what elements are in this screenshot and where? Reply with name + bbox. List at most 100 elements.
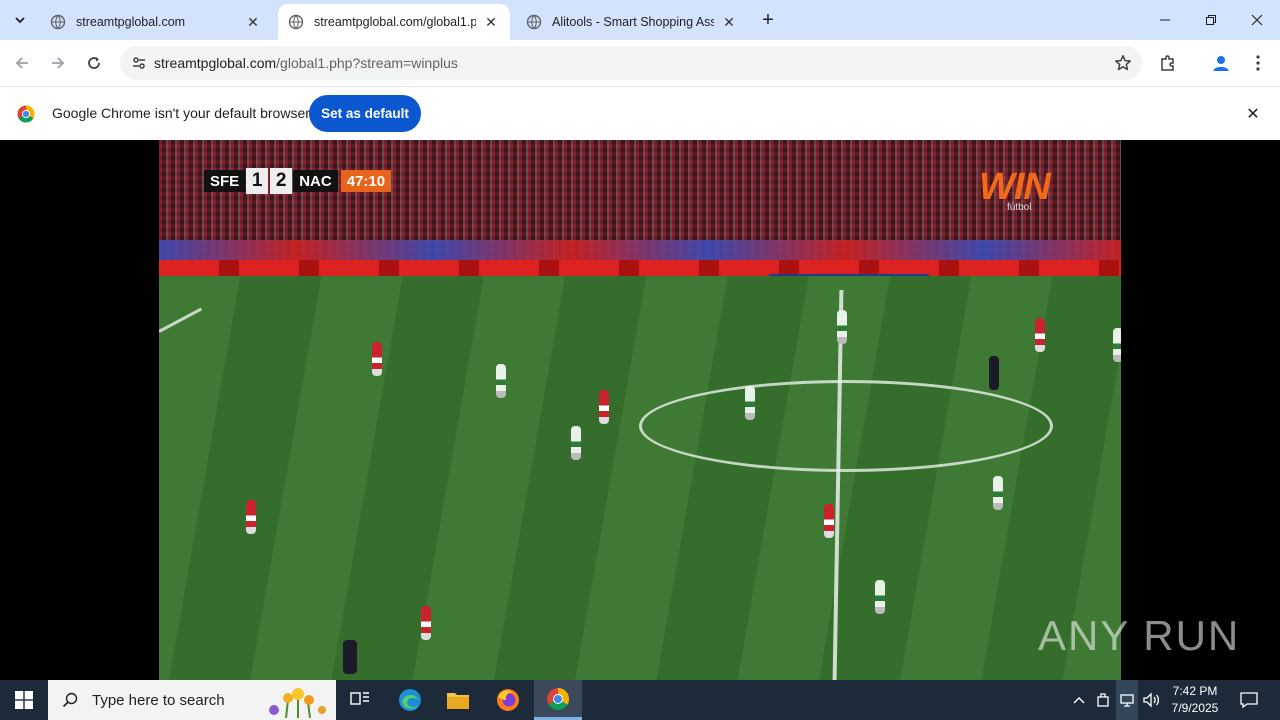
set-as-default-button[interactable]: Set as default <box>309 95 421 132</box>
puzzle-icon <box>1161 55 1174 71</box>
close-tab-icon[interactable]: ✕ <box>720 13 738 31</box>
tab-streamtpglobal[interactable]: streamtpglobal.com ✕ <box>40 4 272 40</box>
player-red <box>246 500 256 534</box>
address-bar[interactable]: streamtpglobal.com/global1.php?stream=wi… <box>120 46 1142 80</box>
start-button[interactable] <box>0 680 48 720</box>
anyrun-watermark: ANY RUN <box>1038 612 1240 660</box>
chrome-logo-icon <box>17 105 35 123</box>
tab-global1[interactable]: streamtpglobal.com/global1.php ✕ <box>278 4 510 40</box>
close-tab-icon[interactable]: ✕ <box>482 13 500 31</box>
windows-taskbar: Type here to search 7:42 PM 7/9/2025 <box>0 680 1280 720</box>
tab-search-button[interactable] <box>8 8 32 32</box>
chrome-app[interactable] <box>534 680 582 720</box>
url-host: streamtpglobal.com <box>154 55 277 71</box>
close-infobar-icon[interactable]: ✕ <box>1242 103 1264 125</box>
default-browser-infobar: Google Chrome isn't your default browser… <box>0 86 1280 140</box>
page-content: SFE 1 2 NAC 47:10 WIN fútbol <box>0 140 1280 680</box>
task-view-button[interactable] <box>336 680 384 720</box>
edge-icon <box>399 689 421 711</box>
player-white <box>745 386 755 420</box>
firefox-icon <box>497 689 519 711</box>
restore-button[interactable] <box>1188 0 1234 40</box>
volume-button[interactable] <box>1140 680 1162 720</box>
forward-button[interactable] <box>44 49 72 77</box>
network-button[interactable] <box>1116 680 1138 720</box>
url-path: /global1.php?stream=winplus <box>276 55 458 71</box>
minimize-button[interactable] <box>1142 0 1188 40</box>
profile-button[interactable] <box>1207 49 1235 77</box>
speaker-icon <box>1143 692 1160 708</box>
search-placeholder: Type here to search <box>92 691 225 709</box>
show-hidden-icons-button[interactable] <box>1068 680 1090 720</box>
player-red <box>372 342 382 376</box>
folder-icon <box>447 693 469 709</box>
taskbar-search-box[interactable]: Type here to search <box>48 680 336 720</box>
match-clock: 47:10 <box>340 170 392 192</box>
back-button[interactable] <box>8 49 36 77</box>
globe-icon <box>50 14 66 30</box>
watermark-text: ANY RUN <box>1038 612 1241 659</box>
tab-strip: streamtpglobal.com ✕ streamtpglobal.com/… <box>0 0 1280 40</box>
new-tab-button[interactable]: + <box>756 8 780 32</box>
url-text[interactable]: streamtpglobal.com/global1.php?stream=wi… <box>154 55 458 71</box>
tab-title: streamtpglobal.com/global1.php <box>314 15 476 29</box>
close-tab-icon[interactable]: ✕ <box>244 13 262 31</box>
player-red <box>824 504 834 538</box>
extensions-button[interactable] <box>1154 49 1182 77</box>
file-explorer-app[interactable] <box>434 680 482 720</box>
taskbar-clock[interactable]: 7:42 PM 7/9/2025 <box>1160 683 1230 717</box>
search-icon <box>62 692 78 708</box>
notification-icon <box>1240 692 1258 708</box>
away-score: 2 <box>270 168 293 194</box>
task-view-icon <box>350 692 369 705</box>
clock-time: 7:42 PM <box>1172 684 1218 698</box>
coach <box>343 640 357 674</box>
football-pitch <box>159 276 1121 680</box>
device-icon <box>1097 693 1109 707</box>
home-score: 1 <box>246 168 269 194</box>
menu-button[interactable] <box>1244 49 1272 77</box>
chevron-down-icon <box>15 17 25 24</box>
kebab-menu-icon <box>1256 55 1260 71</box>
arrow-left-icon <box>15 57 28 69</box>
reload-icon <box>88 57 100 69</box>
player-white <box>993 476 1003 510</box>
minimize-icon <box>1160 19 1170 21</box>
clock-date: 7/9/2025 <box>1171 701 1219 715</box>
firefox-app[interactable] <box>484 680 532 720</box>
close-icon <box>1251 14 1263 26</box>
windows-logo-icon <box>15 691 33 709</box>
advertising-boards-lower <box>159 260 1121 276</box>
globe-icon <box>288 14 304 30</box>
tab-title: Alitools - Smart Shopping Assis <box>552 15 714 29</box>
player-white <box>496 364 506 398</box>
notifications-button[interactable] <box>1234 680 1264 720</box>
network-icon <box>1120 694 1134 707</box>
channel-logo-sub: fútbol <box>1007 202 1032 213</box>
avatar-icon <box>1213 56 1229 71</box>
globe-icon <box>526 14 542 30</box>
video-player[interactable]: SFE 1 2 NAC 47:10 WIN fútbol <box>159 140 1121 680</box>
edge-app[interactable] <box>386 680 434 720</box>
player-red <box>1035 318 1045 352</box>
player-red <box>599 390 609 424</box>
flowers-icon <box>269 688 326 718</box>
home-team: SFE <box>204 170 246 192</box>
close-window-button[interactable] <box>1234 0 1280 40</box>
player-white <box>1113 328 1121 362</box>
tab-alitools[interactable]: Alitools - Smart Shopping Assis ✕ <box>516 4 748 40</box>
site-info-icon[interactable] <box>124 55 154 71</box>
player-white <box>875 580 885 614</box>
infobar-message: Google Chrome isn't your default browser <box>52 105 310 121</box>
player-white <box>837 310 847 344</box>
browser-toolbar: streamtpglobal.com/global1.php?stream=wi… <box>0 40 1280 86</box>
tab-title: streamtpglobal.com <box>76 15 186 29</box>
player-white <box>571 426 581 460</box>
bookmark-star-icon[interactable] <box>1114 54 1132 77</box>
chrome-icon <box>547 687 569 710</box>
referee <box>989 356 999 390</box>
plus-icon: + <box>762 8 774 31</box>
away-team: NAC <box>293 170 338 192</box>
meet-now-button[interactable] <box>1092 680 1114 720</box>
reload-button[interactable] <box>80 49 108 77</box>
